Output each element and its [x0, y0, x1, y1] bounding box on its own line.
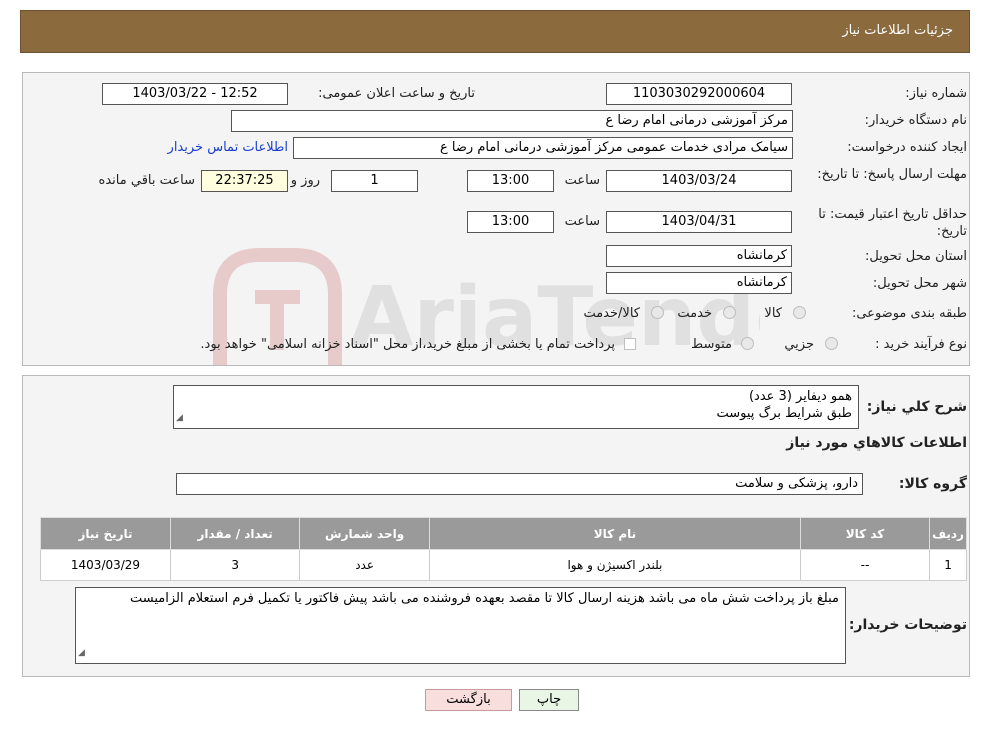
reply-deadline-label: مهلت ارسال پاسخ: تا تاریخ: [817, 167, 967, 182]
remaining-days-field: 1 [331, 170, 418, 192]
col-goods-code: کد کالا [799, 517, 931, 550]
col-unit: واحد شمارش [299, 517, 430, 550]
cell-quantity: 3 [169, 549, 301, 581]
cell-row-number: 1 [929, 549, 967, 581]
need-number-label: شماره نیاز: [905, 86, 967, 101]
col-goods-name: نام کالا [428, 517, 801, 550]
remaining-time-label: ساعت باقي مانده [98, 173, 195, 188]
goods-table: رديف کد کالا نام کالا واحد شمارش تعداد /… [40, 517, 967, 581]
print-button[interactable]: چاپ [519, 689, 579, 711]
requester-label: ایجاد کننده درخواست: [847, 140, 967, 155]
goods-group-label: گروه کالا: [898, 476, 967, 492]
buyer-notes-textarea[interactable]: مبلغ باز پرداخت شش ماه می باشد هزینه ارس… [75, 587, 846, 664]
general-desc-textarea[interactable]: همو دیفایر (3 عدد) طبق شرایط برگ پیوست ◢ [173, 385, 859, 429]
requester-field: سیامک مرادی خدمات عمومی مرکز آموزشی درما… [293, 137, 793, 159]
days-label: روز و [290, 173, 320, 188]
cell-goods-name: بلندر اکسیژن و هوا [428, 549, 801, 581]
purchase-radio-medium[interactable] [741, 337, 754, 350]
city-label: شهر محل تحویل: [872, 276, 967, 291]
general-desc-line-2: طبق شرایط برگ پیوست [716, 406, 852, 421]
purchase-option-medium: متوسط [691, 337, 732, 352]
buyer-contact-link[interactable]: اطلاعات تماس خریدار [168, 140, 288, 155]
back-button[interactable]: بازگشت [425, 689, 512, 711]
resize-grip-icon[interactable]: ◢ [78, 645, 85, 662]
purchase-radio-partial[interactable] [825, 337, 838, 350]
page-header: جزئیات اطلاعات نیاز [20, 10, 970, 53]
buyer-org-label: نام دستگاه خریدار: [864, 113, 967, 128]
category-option-goods: کالا [764, 306, 782, 321]
category-option-goods-service: کالا/خدمت [583, 306, 640, 321]
general-desc-label: شرح کلي نياز: [866, 399, 967, 415]
category-option-service: خدمت [677, 306, 712, 321]
col-row-number: رديف [929, 517, 967, 550]
table-row: 1 -- بلندر اکسیژن و هوا عدد 3 1403/03/29 [40, 549, 967, 581]
col-quantity: تعداد / مقدار [169, 517, 301, 550]
page-title: جزئیات اطلاعات نیاز [842, 23, 953, 38]
category-label: طبقه بندی موضوعی: [851, 306, 967, 321]
reply-time-label: ساعت [564, 173, 600, 188]
purchase-type-label: نوع فرآیند خرید : [875, 337, 967, 352]
purchase-option-partial: جزیي [784, 337, 814, 352]
announce-datetime-label: تاریخ و ساعت اعلان عمومی: [318, 86, 475, 101]
category-radio-service[interactable] [723, 306, 736, 319]
goods-info-title: اطلاعات کالاهاي مورد نياز [786, 435, 967, 451]
need-number-field: 1103030292000604 [606, 83, 792, 105]
resize-grip-icon[interactable]: ◢ [176, 410, 183, 427]
treasury-checkbox[interactable] [624, 338, 636, 350]
city-field: کرمانشاه [606, 272, 792, 294]
category-radio-goods-service[interactable] [651, 306, 664, 319]
province-field: کرمانشاه [606, 245, 792, 267]
col-need-date: تاریخ نیاز [40, 517, 171, 550]
buyer-notes-text: مبلغ باز پرداخت شش ماه می باشد هزینه ارس… [129, 591, 839, 606]
cell-need-date: 1403/03/29 [40, 549, 171, 581]
price-validity-label: حداقل تاریخ اعتبار قیمت: تا تاریخ: [818, 207, 967, 239]
price-time-label: ساعت [564, 214, 600, 229]
cell-goods-code: -- [799, 549, 931, 581]
reply-deadline-date: 1403/03/24 [606, 170, 792, 192]
announce-datetime-field: 1403/03/22 - 12:52 [102, 83, 288, 105]
province-label: استان محل تحویل: [865, 249, 967, 264]
price-validity-time: 13:00 [467, 211, 554, 233]
price-validity-date: 1403/04/31 [606, 211, 792, 233]
general-desc-line-1: همو دیفایر (3 عدد) [748, 389, 852, 404]
goods-group-field: دارو، پزشکی و سلامت [176, 473, 863, 495]
cell-unit: عدد [299, 549, 430, 581]
reply-deadline-time: 13:00 [467, 170, 554, 192]
category-radio-goods[interactable] [793, 306, 806, 319]
remaining-time-field: 22:37:25 [201, 170, 288, 192]
buyer-notes-label: توضیحات خریدار: [848, 617, 967, 633]
treasury-note: پرداخت تمام یا بخشی از مبلغ خرید،از محل … [200, 337, 615, 352]
buyer-org-field: مرکز آموزشی درمانی امام رضا ع [231, 110, 793, 132]
goods-table-header: رديف کد کالا نام کالا واحد شمارش تعداد /… [40, 517, 967, 550]
